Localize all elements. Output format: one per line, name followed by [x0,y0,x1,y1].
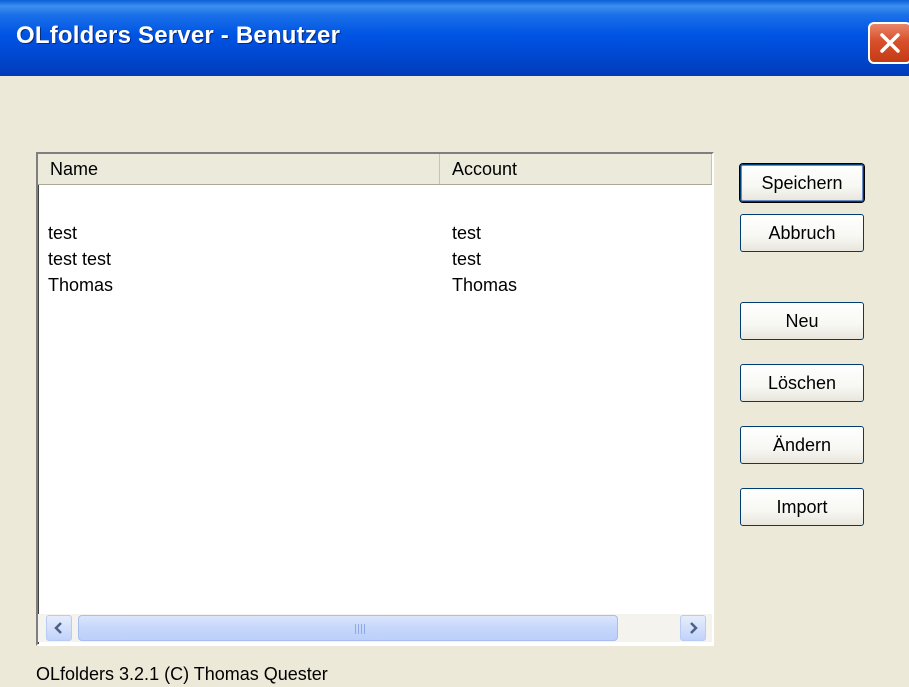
list-item-name: test [48,223,78,243]
delete-button[interactable]: Löschen [740,364,864,402]
list-item[interactable]: test test test [38,246,712,272]
list-item-account: test [452,223,482,243]
window-title: OLfolders Server - Benutzer [16,22,341,49]
chevron-left-icon [54,622,62,634]
column-header-account[interactable]: Account [440,154,712,184]
list-item[interactable]: test test [38,220,712,246]
close-icon [880,33,900,53]
user-list[interactable]: Name Account test test test test test Th… [36,152,714,646]
list-item-account: Thomas [452,275,518,295]
list-header: Name Account [38,154,712,185]
list-body: test test test test test Thomas Thomas [38,186,712,606]
import-button[interactable]: Import [740,488,864,526]
cancel-button[interactable]: Abbruch [740,214,864,252]
column-header-name[interactable]: Name [38,154,440,184]
horizontal-scrollbar[interactable] [38,614,712,642]
grip-icon [355,624,367,634]
scrollbar-thumb[interactable] [78,615,618,641]
change-button[interactable]: Ändern [740,426,864,464]
scroll-left-button[interactable] [46,615,72,641]
status-text: OLfolders 3.2.1 (C) Thomas Quester [36,664,328,684]
chevron-right-icon [690,622,698,634]
list-item-account: test [452,249,482,269]
list-item-name: Thomas [48,275,114,295]
close-button[interactable] [868,22,909,64]
scroll-right-button[interactable] [680,615,706,641]
list-item[interactable]: Thomas Thomas [38,272,712,298]
new-button[interactable]: Neu [740,302,864,340]
save-button[interactable]: Speichern [740,164,864,202]
title-bar[interactable]: OLfolders Server - Benutzer [0,0,909,76]
list-item-name: test test [48,249,112,269]
